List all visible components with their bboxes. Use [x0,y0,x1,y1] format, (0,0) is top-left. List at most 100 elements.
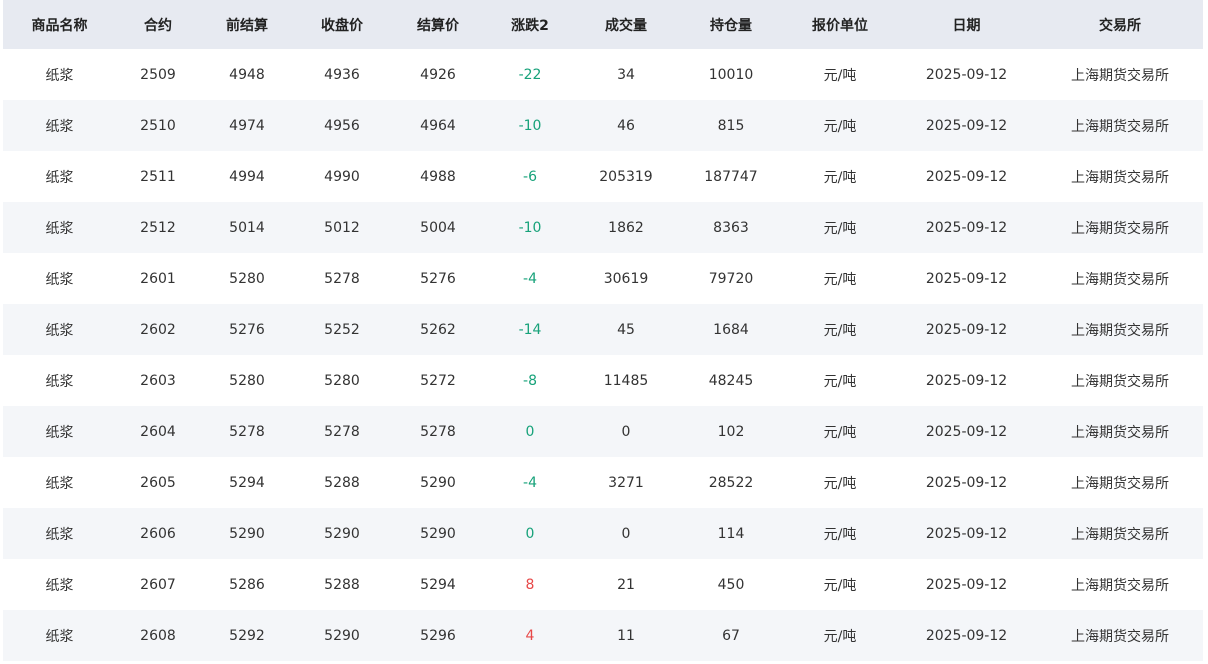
cell-product-name: 纸浆 [3,457,116,508]
cell-contract: 2606 [116,508,200,559]
header-volume: 成交量 [574,0,678,49]
cell-date: 2025-09-12 [896,355,1037,406]
cell-open-interest: 8363 [678,202,784,253]
header-contract: 合约 [116,0,200,49]
cell-quote-unit: 元/吨 [784,304,896,355]
cell-prev-settlement: 5286 [200,559,294,610]
header-product-name: 商品名称 [3,0,116,49]
cell-exchange: 上海期货交易所 [1037,49,1203,100]
cell-prev-settlement: 5276 [200,304,294,355]
table-header-row: 商品名称 合约 前结算 收盘价 结算价 涨跌2 成交量 持仓量 报价单位 日期 … [3,0,1203,49]
header-change: 涨跌2 [486,0,574,49]
cell-exchange: 上海期货交易所 [1037,355,1203,406]
cell-settlement-price: 4964 [390,100,486,151]
header-settlement-price: 结算价 [390,0,486,49]
cell-open-interest: 450 [678,559,784,610]
cell-date: 2025-09-12 [896,406,1037,457]
cell-prev-settlement: 4994 [200,151,294,202]
cell-contract: 2602 [116,304,200,355]
cell-change: -10 [486,202,574,253]
cell-prev-settlement: 5294 [200,457,294,508]
futures-quote-table: 商品名称 合约 前结算 收盘价 结算价 涨跌2 成交量 持仓量 报价单位 日期 … [3,0,1203,661]
table-row: 纸浆 2512 5014 5012 5004 -10 1862 8363 元/吨 2025-09-… [3,202,1203,253]
header-date: 日期 [896,0,1037,49]
cell-open-interest: 10010 [678,49,784,100]
cell-settlement-price: 5294 [390,559,486,610]
table-row: 纸浆 2602 5276 5252 5262 -14 45 1684 元/吨 2025-09-12… [3,304,1203,355]
cell-change: -4 [486,457,574,508]
table-row: 纸浆 2605 5294 5288 5290 -4 3271 28522 元/吨 2025-09-… [3,457,1203,508]
cell-change: -6 [486,151,574,202]
cell-open-interest: 67 [678,610,784,661]
cell-settlement-price: 5296 [390,610,486,661]
cell-change: 0 [486,508,574,559]
header-prev-settlement: 前结算 [200,0,294,49]
cell-product-name: 纸浆 [3,49,116,100]
cell-date: 2025-09-12 [896,508,1037,559]
cell-product-name: 纸浆 [3,304,116,355]
cell-volume: 34 [574,49,678,100]
cell-date: 2025-09-12 [896,151,1037,202]
cell-prev-settlement: 5014 [200,202,294,253]
cell-exchange: 上海期货交易所 [1037,559,1203,610]
table-body: 纸浆 2509 4948 4936 4926 -22 34 10010 元/吨 2025-09-1… [3,49,1203,661]
cell-contract: 2607 [116,559,200,610]
cell-close-price: 5290 [294,610,390,661]
cell-product-name: 纸浆 [3,355,116,406]
cell-date: 2025-09-12 [896,304,1037,355]
cell-settlement-price: 4988 [390,151,486,202]
cell-open-interest: 79720 [678,253,784,304]
cell-date: 2025-09-12 [896,610,1037,661]
cell-close-price: 5278 [294,406,390,457]
table-row: 纸浆 2603 5280 5280 5272 -8 11485 48245 元/吨 2025-09… [3,355,1203,406]
cell-exchange: 上海期货交易所 [1037,610,1203,661]
cell-contract: 2601 [116,253,200,304]
cell-prev-settlement: 5292 [200,610,294,661]
cell-quote-unit: 元/吨 [784,202,896,253]
cell-volume: 0 [574,508,678,559]
cell-open-interest: 48245 [678,355,784,406]
cell-product-name: 纸浆 [3,508,116,559]
cell-quote-unit: 元/吨 [784,559,896,610]
cell-settlement-price: 5290 [390,508,486,559]
cell-close-price: 4990 [294,151,390,202]
cell-volume: 46 [574,100,678,151]
cell-change: -4 [486,253,574,304]
cell-volume: 205319 [574,151,678,202]
cell-contract: 2605 [116,457,200,508]
cell-change: -22 [486,49,574,100]
cell-product-name: 纸浆 [3,253,116,304]
cell-volume: 1862 [574,202,678,253]
cell-close-price: 5288 [294,457,390,508]
table-row: 纸浆 2608 5292 5290 5296 4 11 67 元/吨 2025-09-12 上海期货… [3,610,1203,661]
cell-exchange: 上海期货交易所 [1037,100,1203,151]
cell-exchange: 上海期货交易所 [1037,508,1203,559]
cell-change: 4 [486,610,574,661]
cell-quote-unit: 元/吨 [784,610,896,661]
cell-product-name: 纸浆 [3,202,116,253]
cell-settlement-price: 5004 [390,202,486,253]
cell-exchange: 上海期货交易所 [1037,457,1203,508]
cell-contract: 2608 [116,610,200,661]
cell-close-price: 5280 [294,355,390,406]
cell-change: 0 [486,406,574,457]
cell-close-price: 4936 [294,49,390,100]
cell-settlement-price: 5278 [390,406,486,457]
header-quote-unit: 报价单位 [784,0,896,49]
cell-open-interest: 102 [678,406,784,457]
cell-volume: 3271 [574,457,678,508]
cell-volume: 11485 [574,355,678,406]
cell-date: 2025-09-12 [896,253,1037,304]
cell-prev-settlement: 5290 [200,508,294,559]
cell-prev-settlement: 4974 [200,100,294,151]
cell-product-name: 纸浆 [3,151,116,202]
cell-quote-unit: 元/吨 [784,355,896,406]
cell-exchange: 上海期货交易所 [1037,202,1203,253]
cell-contract: 2603 [116,355,200,406]
table-row: 纸浆 2601 5280 5278 5276 -4 30619 79720 元/吨 2025-09… [3,253,1203,304]
header-exchange: 交易所 [1037,0,1203,49]
cell-change: -10 [486,100,574,151]
cell-settlement-price: 5290 [390,457,486,508]
cell-close-price: 5012 [294,202,390,253]
cell-quote-unit: 元/吨 [784,406,896,457]
